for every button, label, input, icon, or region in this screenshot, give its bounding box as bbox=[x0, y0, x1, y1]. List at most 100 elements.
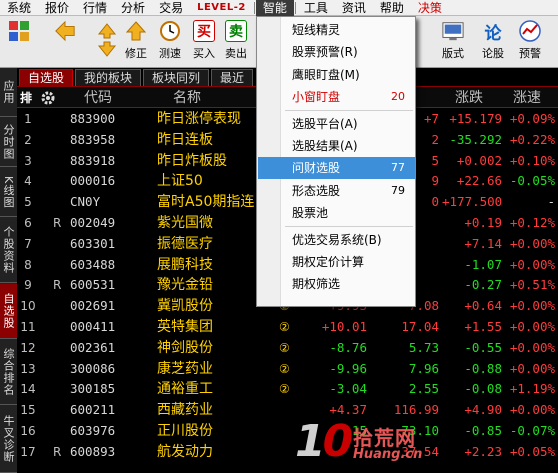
table-row[interactable]: 15 600211 西藏药业 +4.37 116.99 +4.90 +0.00% bbox=[17, 400, 558, 421]
speedtest-button[interactable]: 测速 bbox=[155, 18, 185, 64]
menu-item[interactable]: 选股结果(A) bbox=[258, 135, 415, 157]
speed: +0.00% bbox=[509, 319, 555, 334]
table-row[interactable]: 16 603976 正川股份 15 73.10 -0.85 -0.07% bbox=[17, 421, 558, 442]
menu-item-label: 小窗盯盘 bbox=[292, 90, 341, 105]
menu-quote[interactable]: 报价 bbox=[38, 0, 76, 16]
menu-item[interactable]: 优选交易系统(B) bbox=[258, 229, 415, 251]
updown-button[interactable] bbox=[92, 18, 122, 64]
price: 17.04 bbox=[401, 319, 439, 334]
speed: +0.00% bbox=[509, 339, 555, 355]
row-index: 10 bbox=[20, 299, 36, 314]
menu-item-label: 期权定价计算 bbox=[292, 255, 365, 269]
tab-block-list[interactable]: 板块同列 bbox=[143, 69, 210, 86]
menu-item[interactable]: 选股平台(A) bbox=[258, 113, 415, 135]
change-amount: -0.88 bbox=[464, 360, 502, 376]
row-index: 14 bbox=[20, 382, 36, 397]
sort-icon[interactable]: 排 bbox=[20, 88, 32, 108]
header-code[interactable]: 代码 bbox=[84, 88, 112, 108]
layout-button[interactable]: 版式 bbox=[438, 18, 468, 64]
menu-item[interactable]: 短线精灵 bbox=[258, 19, 415, 41]
stock-code: 002361 bbox=[70, 339, 116, 355]
menu-item[interactable]: 小窗盯盘 20 bbox=[258, 86, 415, 108]
change-amount: +22.66 bbox=[456, 173, 502, 189]
side-tab-watchlist[interactable]: 自选股 bbox=[0, 284, 17, 339]
sell-button[interactable]: 卖 卖出 bbox=[221, 18, 251, 64]
row-index: 6 bbox=[24, 216, 32, 230]
side-tab-stock-info[interactable]: 个股资料 bbox=[0, 218, 17, 283]
speed: -0.05% bbox=[509, 173, 555, 189]
header-name[interactable]: 名称 bbox=[173, 88, 201, 108]
forum-icon: 论 bbox=[484, 23, 502, 44]
table-row[interactable]: 12 002361 神剑股份 ② -8.76 5.73 -0.55 +0.00% bbox=[17, 338, 558, 359]
stock-mark bbox=[279, 442, 295, 463]
menu-trade[interactable]: 交易 bbox=[152, 0, 190, 16]
row-flag bbox=[53, 255, 63, 276]
menu-item[interactable]: 形态选股 79 bbox=[258, 180, 415, 202]
change-percent: -8.76 bbox=[329, 339, 367, 355]
stock-mark: ② bbox=[279, 382, 290, 397]
menu-item[interactable]: 股票预警(R) bbox=[258, 41, 415, 63]
menu-item-label: 鹰眼盯盘(M) bbox=[292, 67, 360, 82]
menu-item[interactable]: 鹰眼盯盘(M) bbox=[258, 64, 415, 86]
price: 5.73 bbox=[408, 339, 439, 355]
side-tab-timeshare[interactable]: 分时图 bbox=[0, 118, 17, 167]
tab-my-blocks[interactable]: 我的板块 bbox=[75, 69, 142, 86]
stock-code: 300086 bbox=[70, 360, 116, 376]
stock-code: 603976 bbox=[70, 423, 116, 438]
price: 2.55 bbox=[408, 381, 439, 397]
menu-item[interactable]: 期权筛选 bbox=[258, 273, 415, 295]
speed: +1.19% bbox=[509, 381, 555, 397]
gear-icon[interactable] bbox=[40, 88, 56, 108]
buy-button[interactable]: 买 买入 bbox=[189, 18, 219, 64]
forum-label: 论股 bbox=[482, 47, 504, 60]
side-tab-diagnosis[interactable]: 牛叉诊断 bbox=[0, 406, 17, 473]
smart-menu-dropdown: 短线精灵 股票预警(R) 鹰眼盯盘(M) 小窗盯盘 20 选股平台(A) 选股结果(A) 问财… bbox=[256, 16, 416, 307]
menu-item[interactable]: 问财选股 77 bbox=[258, 157, 415, 180]
menu-help[interactable]: 帮助 bbox=[373, 0, 411, 16]
modify-icon bbox=[125, 20, 147, 42]
arrow-left-icon bbox=[54, 20, 76, 42]
speed: +0.05% bbox=[509, 443, 555, 459]
header-change-pct[interactable]: 涨跌 bbox=[455, 88, 483, 108]
tab-recent[interactable]: 最近 bbox=[211, 69, 254, 86]
side-tab-kline[interactable]: K线图 bbox=[0, 168, 17, 217]
row-flag bbox=[53, 171, 63, 192]
price: 116.99 bbox=[393, 402, 439, 418]
menu-smart[interactable]: 智能 bbox=[255, 0, 294, 16]
menu-analysis[interactable]: 分析 bbox=[114, 0, 152, 16]
change-amount: +4.90 bbox=[464, 402, 502, 418]
menu-item[interactable]: 股票池 bbox=[258, 202, 415, 224]
menu-system[interactable]: 系统 bbox=[0, 0, 38, 16]
header-speed[interactable]: 涨速 bbox=[513, 88, 541, 108]
modify-button[interactable]: 修正 bbox=[121, 18, 151, 64]
tab-watchlist[interactable]: 自选股 bbox=[19, 69, 74, 86]
clock-icon bbox=[159, 20, 181, 42]
menu-item[interactable]: 期权定价计算 bbox=[258, 251, 415, 273]
menu-divider bbox=[285, 109, 413, 111]
back-button[interactable] bbox=[50, 18, 80, 64]
table-row[interactable]: 13 300086 康芝药业 ② -9.96 7.96 -0.88 +0.00% bbox=[17, 359, 558, 380]
menu-tools[interactable]: 工具 bbox=[297, 0, 335, 16]
side-tab-apps[interactable]: 应用 bbox=[0, 68, 17, 117]
table-row[interactable]: 17 R 600893 航发动力 37.54 +2.23 +0.05% bbox=[17, 442, 558, 463]
sell-icon: 卖 bbox=[225, 20, 247, 42]
menu-separator bbox=[253, 1, 255, 14]
row-flag bbox=[53, 192, 63, 213]
side-tab-ranking[interactable]: 综合排名 bbox=[0, 340, 17, 405]
stock-name: 康芝药业 bbox=[157, 360, 213, 377]
watermark-number: 10 bbox=[295, 416, 353, 467]
menu-news[interactable]: 资讯 bbox=[335, 0, 373, 16]
grid-button[interactable] bbox=[4, 18, 34, 64]
menu-market[interactable]: 行情 bbox=[76, 0, 114, 16]
menu-item-hotkey: 79 bbox=[391, 183, 405, 197]
row-index: 11 bbox=[20, 320, 36, 334]
table-row[interactable]: 11 000411 英特集团 ② +10.01 17.04 +1.55 +0.00% bbox=[17, 317, 558, 338]
menu-level2[interactable]: LEVEL-2 bbox=[190, 0, 253, 16]
forum-button[interactable]: 论 论股 bbox=[478, 18, 508, 64]
change-amount: +7.14 bbox=[464, 235, 502, 251]
alert-button[interactable]: 预警 bbox=[515, 18, 545, 64]
change-amount: +1.55 bbox=[464, 319, 502, 334]
change-amount: +15.179 bbox=[449, 111, 502, 126]
table-row[interactable]: 14 300185 通裕重工 ② -3.04 2.55 -0.08 +1.19% bbox=[17, 379, 558, 400]
menu-decision[interactable]: 决策 bbox=[411, 0, 449, 16]
